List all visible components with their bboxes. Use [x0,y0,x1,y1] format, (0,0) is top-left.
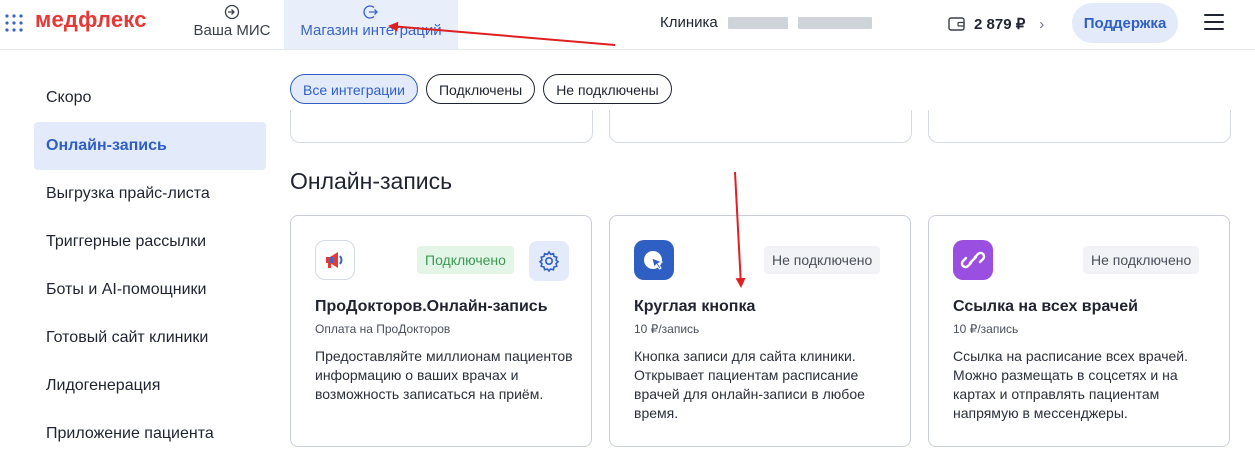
sidebar-item-price-export[interactable]: Выгрузка прайс-листа [34,170,266,218]
login-icon [224,4,240,20]
filter-not-connected[interactable]: Не подключены [543,74,672,104]
clinic-selector[interactable]: Клиника [660,14,873,31]
previous-card-bottom [928,110,1231,143]
section-title: Онлайн-запись [290,168,453,194]
sidebar-item-trigger-mailings[interactable]: Триггерные рассылки [34,218,266,266]
clinic-label: Клиника [660,14,718,31]
sidebar-item-clinic-site[interactable]: Готовый сайт клиники [34,314,266,362]
status-badge: Не подключено [764,246,881,274]
settings-button[interactable] [529,241,569,281]
exit-arrow-icon [363,5,378,19]
sidebar-item-soon[interactable]: Скоро [34,74,266,122]
card-title: ПроДокторов.Онлайн-запись [315,298,548,315]
nav-tab-label: Магазин интеграций [300,22,442,39]
previous-card-bottom [290,110,593,143]
card-subtitle: Оплата на ПроДокторов [315,322,451,336]
nav-tab-label: Ваша МИС [193,22,271,39]
status-badge: Не подключено [1083,246,1200,274]
integration-card-all-doctors-link[interactable]: Не подключено Ссылка на всех врачей 10 ₽… [928,215,1230,447]
sidebar: Скоро Онлайн-запись Выгрузка прайс-листа… [34,74,266,458]
apps-grid-icon[interactable] [4,13,24,33]
nav-tab-integration-store[interactable]: Магазин интеграций [284,0,458,49]
round-button-logo-icon [634,240,674,280]
card-description: Предоставляйте миллионам пациентов инфор… [315,348,573,402]
nav-tab-your-mis[interactable]: Ваша МИС [190,0,274,49]
sidebar-item-patient-app[interactable]: Приложение пациента [34,410,266,458]
card-subtitle: 10 ₽/запись [953,322,1019,336]
clinic-name-redacted [727,17,788,30]
filter-chips: Все интеграции Подключены Не подключены [290,74,672,104]
filter-connected[interactable]: Подключены [425,74,536,104]
filter-all[interactable]: Все интеграции [290,74,418,104]
brand-logo[interactable]: медфлекс [35,7,147,33]
status-badge: Подключено [417,246,514,274]
chevron-right-icon: › [1039,15,1045,33]
support-button[interactable]: Поддержка [1072,3,1178,43]
sidebar-item-online-booking[interactable]: Онлайн-запись [34,122,266,170]
card-subtitle: 10 ₽/запись [634,322,700,336]
integration-card-prodoktorov[interactable]: Подключено ПроДокторов.Онлайн-запись Опл… [290,215,592,447]
card-description: Кнопка записи для сайта клиники. Открыва… [634,348,865,421]
wallet-icon [948,17,965,31]
sidebar-item-bots-ai[interactable]: Боты и AI-помощники [34,266,266,314]
card-description: Ссылка на расписание всех врачей. Можно … [953,348,1188,421]
sidebar-item-leadgen[interactable]: Лидогенерация [34,362,266,410]
balance-widget[interactable]: 2 879 ₽ › [948,12,1044,36]
card-title: Ссылка на всех врачей [953,298,1138,315]
integration-card-round-button[interactable]: Не подключено Круглая кнопка 10 ₽/запись… [609,215,911,447]
menu-icon[interactable] [1204,14,1224,32]
previous-card-bottom [609,110,912,143]
clinic-name-redacted [798,17,873,30]
gear-icon [538,250,560,273]
megaphone-icon [315,240,355,280]
link-chain-icon [953,240,993,280]
balance-amount: 2 879 ₽ [974,16,1026,33]
top-header: медфлекс Ваша МИС Магазин интеграций Кли… [0,0,1255,50]
card-title: Круглая кнопка [634,298,756,315]
